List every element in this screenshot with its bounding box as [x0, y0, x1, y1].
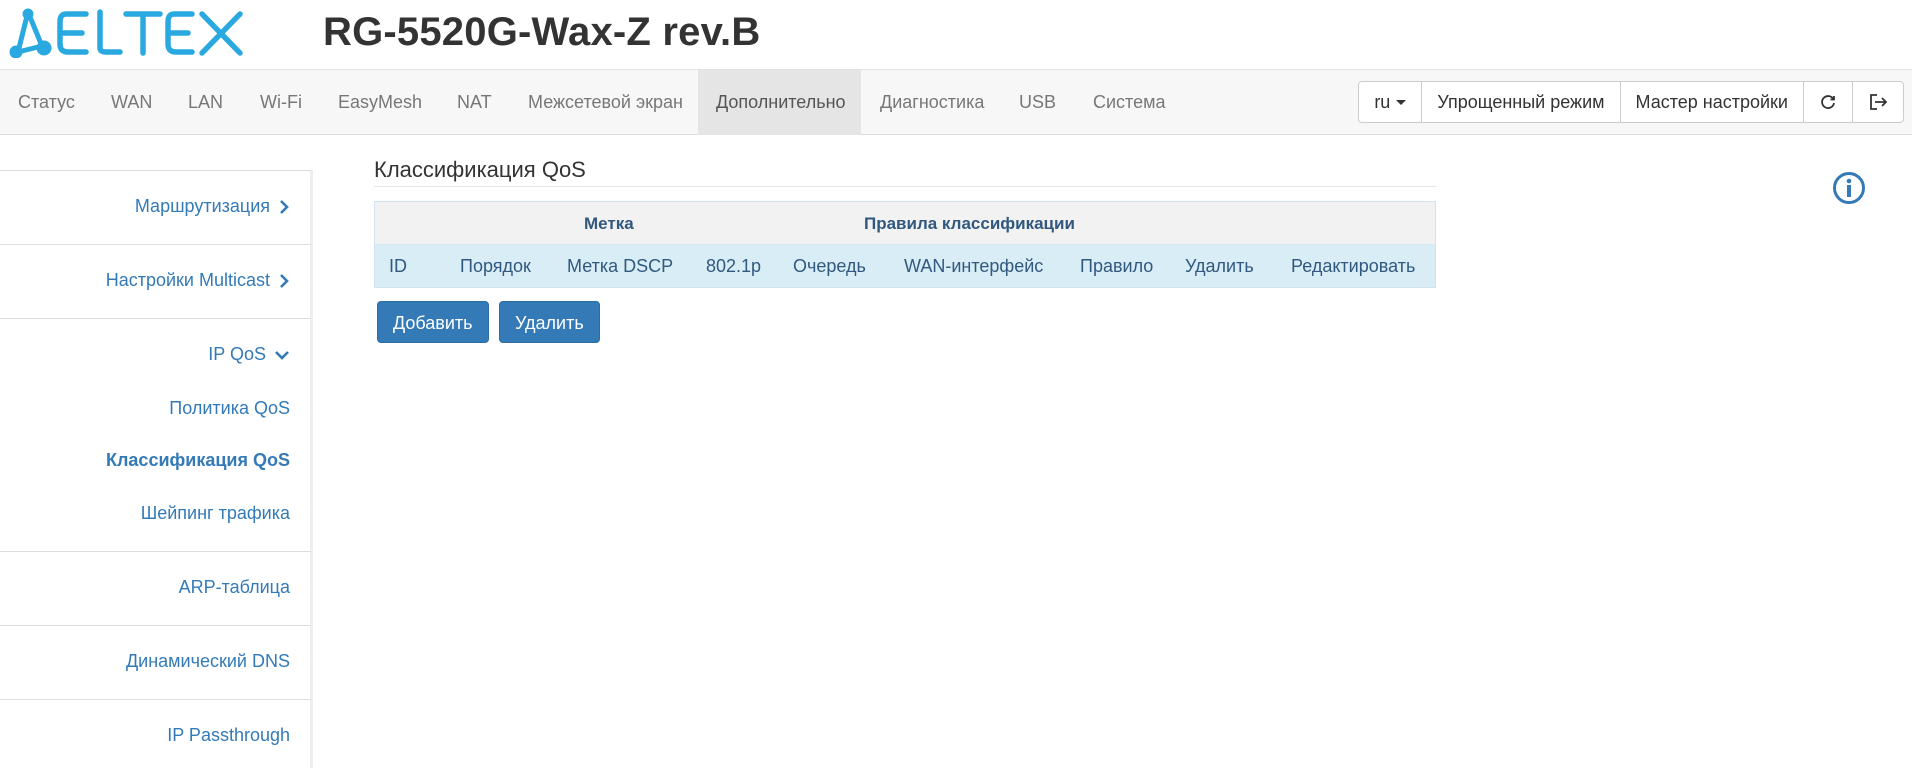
language-value: ru	[1374, 92, 1391, 112]
nav-easymesh[interactable]: EasyMesh	[320, 70, 440, 135]
column-header-8021p: 802.1p	[706, 256, 762, 276]
group-header-rules: Правила классификации	[864, 214, 1075, 233]
column-header-delete: Удалить	[1185, 256, 1254, 276]
sidebar-item-qos-classification[interactable]: Классификация QoS	[106, 450, 290, 471]
page-title: Классификация QoS	[374, 157, 586, 182]
eltex-logo[interactable]	[8, 8, 248, 58]
nav-lan[interactable]: LAN	[170, 70, 241, 135]
sidebar-divider	[0, 244, 311, 245]
column-header-dscp: Метка DSCP	[567, 256, 674, 276]
nav-right-group: ru Упрощенный режим Мастер настройки	[1358, 81, 1904, 123]
sidebar-item-traffic-shaping[interactable]: Шейпинг трафика	[141, 503, 290, 524]
sidebar-divider	[0, 551, 311, 552]
column-header-order: Порядок	[460, 256, 531, 276]
refresh-icon	[1821, 95, 1835, 109]
sidebar-divider	[0, 625, 311, 626]
sidebar-divider	[0, 699, 311, 700]
column-header-queue: Очередь	[793, 256, 866, 276]
sidebar-item-ip-qos[interactable]: IP QoS	[208, 344, 290, 365]
sidebar-divider	[0, 170, 311, 171]
sidebar-item-dynamic-dns[interactable]: Динамический DNS	[126, 651, 290, 672]
chevron-right-icon	[280, 199, 289, 214]
sidebar-item-qos-policy[interactable]: Политика QoS	[169, 398, 290, 419]
language-dropdown[interactable]: ru	[1359, 82, 1423, 122]
chevron-down-icon	[275, 350, 289, 360]
logout-icon	[1870, 94, 1888, 110]
caret-down-icon	[1396, 99, 1407, 105]
table-header-row: ID Порядок Метка DSCP 802.1p Очередь WAN…	[375, 245, 1435, 287]
nav-diagnostics[interactable]: Диагностика	[862, 70, 1002, 135]
column-header-rule: Правило	[1080, 256, 1154, 276]
refresh-button[interactable]	[1804, 82, 1853, 122]
setup-wizard-button[interactable]: Мастер настройки	[1621, 82, 1804, 122]
device-title: RG-5520G-Wax-Z rev.B	[323, 10, 761, 54]
logout-button[interactable]	[1853, 82, 1903, 122]
simple-mode-button[interactable]: Упрощенный режим	[1422, 82, 1621, 122]
nav-nat[interactable]: NAT	[439, 70, 510, 135]
header: RG-5520G-Wax-Z rev.B	[0, 0, 1912, 69]
column-header-wan-interface: WAN-интерфейс	[904, 256, 1044, 276]
table-group-header-row: Метка Правила классификации	[375, 202, 1435, 245]
add-button[interactable]: Добавить	[377, 301, 489, 343]
nav-status[interactable]: Статус	[0, 70, 93, 135]
title-divider	[374, 186, 1436, 187]
info-icon[interactable]	[1832, 171, 1866, 205]
sidebar-item-label: Маршрутизация	[134, 196, 270, 216]
delete-button[interactable]: Удалить	[499, 301, 600, 343]
nav-wifi[interactable]: Wi-Fi	[242, 70, 320, 135]
sidebar-divider	[0, 318, 311, 319]
qos-classification-table: Метка Правила классификации ID Порядок М…	[374, 201, 1436, 288]
top-navbar: Статус WAN LAN Wi-Fi EasyMesh NAT Межсет…	[0, 69, 1912, 135]
sidebar: Маршрутизация Настройки Multicast IP QoS…	[0, 170, 313, 768]
sidebar-item-multicast[interactable]: Настройки Multicast	[106, 270, 290, 291]
column-header-id: ID	[389, 256, 407, 276]
nav-advanced[interactable]: Дополнительно	[698, 70, 861, 135]
sidebar-item-arp-table[interactable]: ARP-таблица	[179, 577, 290, 598]
nav-system[interactable]: Система	[1075, 70, 1184, 135]
sidebar-item-label: IP QoS	[208, 344, 266, 364]
chevron-right-icon	[280, 273, 289, 288]
nav-wan[interactable]: WAN	[93, 70, 170, 135]
column-header-edit: Редактировать	[1291, 256, 1416, 276]
sidebar-item-routing[interactable]: Маршрутизация	[135, 196, 290, 217]
nav-firewall[interactable]: Межсетевой экран	[510, 70, 701, 135]
nav-usb[interactable]: USB	[1001, 70, 1074, 135]
sidebar-item-label: Настройки Multicast	[105, 270, 270, 290]
group-header-label: Метка	[584, 214, 634, 233]
sidebar-item-ip-passthrough[interactable]: IP Passthrough	[167, 725, 290, 746]
